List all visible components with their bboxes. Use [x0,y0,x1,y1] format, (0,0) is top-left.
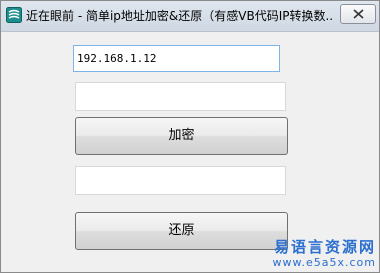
watermark-url: www.e5a5x.com [272,256,376,269]
encrypted-output-field[interactable] [75,82,286,111]
close-icon [353,9,364,19]
encrypt-button[interactable]: 加密 [75,117,288,155]
ip-address-input[interactable] [73,45,280,72]
watermark-text: 易语言资源网 [273,238,376,256]
window-title: 近在眼前 - 简单ip地址加密&还原（有感VB代码IP转换数... [26,9,334,23]
restore-button[interactable]: 还原 [75,212,288,250]
restored-output-field[interactable] [75,166,286,195]
app-logo-icon [6,7,22,23]
app-window: 近在眼前 - 简单ip地址加密&还原（有感VB代码IP转换数... 加密 还原 [0,0,380,273]
title-bar[interactable]: 近在眼前 - 简单ip地址加密&还原（有感VB代码IP转换数... [1,1,379,32]
close-button[interactable] [340,4,376,24]
